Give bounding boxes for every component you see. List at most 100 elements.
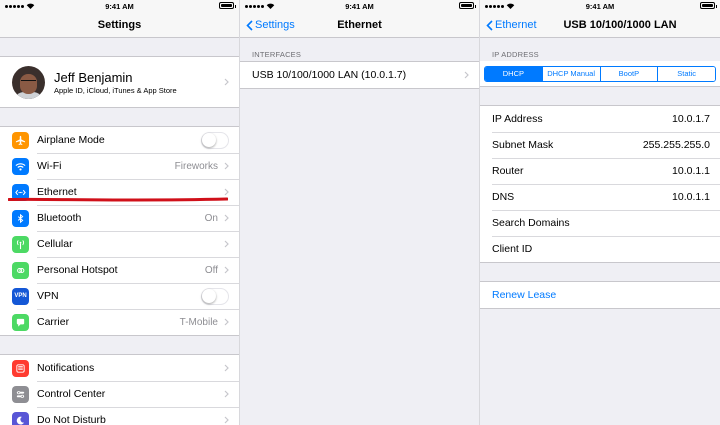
back-button[interactable]: Settings (246, 12, 295, 38)
segment-bootp[interactable]: BootP (599, 66, 658, 81)
chevron-right-icon (464, 71, 469, 79)
bluetooth-value: On (204, 212, 218, 224)
settings-row-do-not-disturb[interactable]: Do Not Disturb (0, 407, 239, 425)
chevron-right-icon (224, 78, 229, 86)
signal-dots-icon (485, 4, 504, 8)
field-label: DNS (492, 191, 515, 203)
settings-row-carrier[interactable]: Carrier T-Mobile (0, 309, 239, 335)
field-row-ip-address: IP Address 10.0.1.7 (480, 106, 720, 132)
settings-row-vpn[interactable]: VPN VPN (0, 283, 239, 309)
chevron-right-icon (224, 240, 229, 248)
cellular-icon (12, 235, 29, 253)
profile-name: Jeff Benjamin (54, 69, 133, 85)
battery-indicator (459, 2, 476, 9)
airplane-mode-toggle[interactable] (201, 131, 229, 149)
status-bar: 9:41 AM (240, 0, 479, 12)
airplane-icon (12, 131, 29, 149)
field-row-dns: DNS 10.0.1.1 (480, 184, 720, 210)
settings-row-cellular[interactable]: Cellular (0, 231, 239, 257)
segment-static[interactable]: Static (657, 66, 715, 81)
page-title: Ethernet (337, 18, 382, 31)
settings-row-personal-hotspot[interactable]: Personal Hotspot Off (0, 257, 239, 283)
nav-bar: Settings (0, 12, 239, 38)
row-label: Bluetooth (37, 212, 82, 224)
interface-row[interactable]: USB 10/100/1000 LAN (10.0.1.7) (240, 62, 479, 88)
field-row-subnet-mask: Subnet Mask 255.255.255.0 (480, 132, 720, 158)
battery-icon (700, 2, 717, 9)
wifi-value: Fireworks (174, 160, 218, 172)
chevron-right-icon (224, 266, 229, 274)
signal-indicator (245, 3, 275, 9)
row-label: Wi-Fi (37, 160, 62, 172)
field-label: Subnet Mask (492, 139, 554, 151)
profile-group: Jeff Benjamin Apple ID, iCloud, iTunes &… (0, 56, 239, 108)
nav-bar: Ethernet USB 10/100/1000 LAN (480, 12, 720, 38)
segment-dhcp-manual[interactable]: DHCP Manual (541, 66, 600, 81)
profile-subtitle: Apple ID, iCloud, iTunes & App Store (54, 85, 177, 95)
chevron-right-icon (224, 318, 229, 326)
field-label: Router (492, 165, 524, 177)
carrier-icon (12, 313, 29, 331)
apple-id-row[interactable]: Jeff Benjamin Apple ID, iCloud, iTunes &… (0, 57, 239, 107)
field-row-router: Router 10.0.1.1 (480, 158, 720, 184)
carrier-value: T-Mobile (179, 316, 218, 328)
page-title: Settings (97, 18, 142, 31)
renew-lease-button[interactable]: Renew Lease (480, 282, 720, 308)
signal-indicator (485, 3, 515, 9)
wifi-status-icon (506, 3, 515, 9)
settings-row-bluetooth[interactable]: Bluetooth On (0, 205, 239, 231)
row-label: Carrier (37, 316, 70, 328)
moon-icon (12, 411, 29, 425)
status-time: 9:41 AM (345, 1, 374, 11)
field-value: 10.0.1.1 (672, 191, 710, 203)
page-title: USB 10/100/1000 LAN (563, 18, 677, 31)
row-label: Ethernet (37, 186, 77, 198)
interface-label: USB 10/100/1000 LAN (10.0.1.7) (252, 69, 407, 81)
section-header: IP ADDRESS (492, 50, 539, 59)
row-label: Airplane Mode (37, 134, 105, 146)
field-row-client-id[interactable]: Client ID (480, 236, 720, 262)
settings-row-wifi[interactable]: Wi-Fi Fireworks (0, 153, 239, 179)
settings-panel: 9:41 AM Settings Jeff Benjamin Apple ID,… (0, 0, 240, 425)
field-value: 255.255.255.0 (642, 139, 710, 151)
settings-row-ethernet[interactable]: Ethernet (0, 179, 239, 205)
settings-row-airplane-mode[interactable]: Airplane Mode (0, 127, 239, 153)
row-label: Notifications (37, 362, 95, 374)
status-time: 9:41 AM (105, 1, 134, 11)
row-label: Cellular (37, 238, 73, 250)
vpn-toggle[interactable] (201, 287, 229, 305)
settings-row-control-center[interactable]: Control Center (0, 381, 239, 407)
row-label: VPN (37, 290, 59, 302)
renew-lease-label: Renew Lease (492, 289, 557, 301)
row-label: Control Center (37, 388, 106, 400)
signal-dots-icon (245, 4, 264, 8)
renew-group: Renew Lease (480, 281, 720, 309)
ip-mode-bar: DHCP DHCP Manual BootP Static (480, 61, 720, 87)
chevron-right-icon (224, 188, 229, 196)
system-group: Notifications Control Center Do Not Dist (0, 354, 239, 425)
chevron-right-icon (224, 416, 229, 424)
ip-fields-group: IP Address 10.0.1.7 Subnet Mask 255.255.… (480, 105, 720, 263)
nav-bar: Settings Ethernet (240, 12, 479, 38)
battery-icon (219, 2, 236, 9)
chevron-left-icon (246, 19, 253, 31)
chevron-right-icon (224, 214, 229, 222)
battery-indicator (219, 2, 236, 9)
control-center-icon (12, 385, 29, 403)
notifications-icon (12, 359, 29, 377)
battery-indicator (700, 2, 717, 9)
field-label: Client ID (492, 243, 533, 255)
back-button[interactable]: Ethernet (486, 12, 537, 38)
screens: 9:41 AM Settings Jeff Benjamin Apple ID,… (0, 0, 720, 425)
segment-dhcp[interactable]: DHCP (485, 66, 542, 81)
wifi-icon (12, 157, 29, 175)
back-label: Settings (255, 19, 295, 31)
hotspot-value: Off (204, 264, 218, 276)
chevron-right-icon (224, 364, 229, 372)
settings-row-notifications[interactable]: Notifications (0, 355, 239, 381)
row-label: Personal Hotspot (37, 264, 118, 276)
chevron-left-icon (486, 19, 493, 31)
ethernet-icon (12, 183, 29, 201)
ethernet-panel: 9:41 AM Settings Ethernet INTERFACES USB… (240, 0, 480, 425)
field-row-search-domains[interactable]: Search Domains (480, 210, 720, 236)
